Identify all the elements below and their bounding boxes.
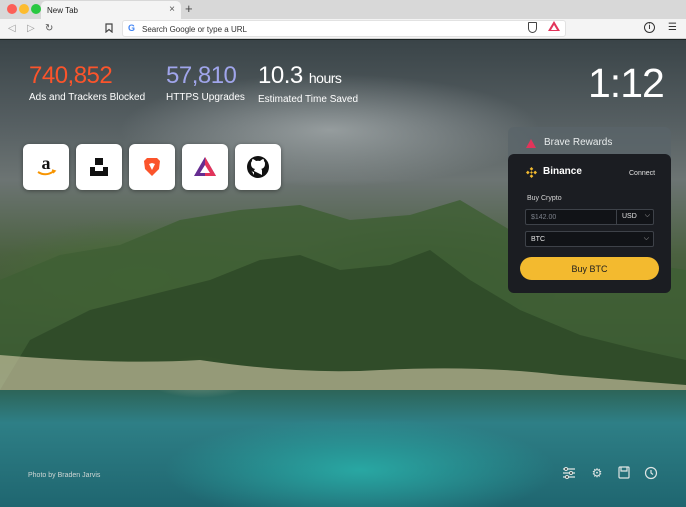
top-sites: a [23, 144, 281, 190]
ads-blocked-label: Ads and Trackers Blocked [29, 92, 146, 103]
tab-title: New Tab [47, 6, 78, 15]
clock: 1:12 [588, 60, 665, 106]
google-icon: G [128, 23, 136, 33]
photo-credit: Photo by Braden Jarvis [28, 472, 101, 479]
settings-icon[interactable]: ⚙ [590, 466, 604, 480]
bat-icon [526, 139, 536, 148]
amount-field: USD ⌵ [525, 209, 654, 225]
top-site-unsplash[interactable] [76, 144, 122, 190]
currency-value: USD [622, 213, 637, 220]
menu-icon[interactable]: ☰ [668, 23, 677, 33]
close-window-button[interactable] [7, 4, 17, 14]
reload-icon[interactable]: ↻ [45, 22, 53, 36]
tab-new-tab[interactable]: New Tab × [41, 1, 181, 19]
top-site-bat[interactable] [182, 144, 228, 190]
maximize-window-button[interactable] [31, 4, 41, 14]
stat-time-saved: 10.3 hours Estimated Time Saved [258, 62, 358, 105]
rewards-title: Brave Rewards [544, 137, 613, 148]
forward-icon[interactable]: ▷ [27, 22, 35, 36]
time-saved-value: 10.3 [258, 62, 303, 89]
crypto-select[interactable]: BTC ⌵ [525, 231, 654, 247]
title-bar: New Tab × + [0, 0, 686, 19]
binance-widget: Binance Connect Buy Crypto USD ⌵ BTC ⌵ B… [508, 154, 671, 293]
toolbar: ◁ ▷ ↻ G i ☰ [0, 19, 686, 39]
currency-select[interactable]: USD ⌵ [616, 210, 654, 224]
new-tab-page: 740,852 Ads and Trackers Blocked 57,810 … [0, 40, 686, 507]
github-icon [247, 156, 269, 178]
info-icon[interactable]: i [644, 22, 655, 33]
bat-icon [194, 157, 216, 176]
amazon-icon: a [37, 155, 57, 176]
brave-rewards-icon[interactable] [548, 21, 560, 31]
buy-crypto-label: Buy Crypto [527, 195, 562, 202]
url-input[interactable] [142, 23, 512, 35]
bookmarks-icon[interactable] [617, 466, 631, 480]
close-tab-icon[interactable]: × [169, 4, 175, 15]
back-icon[interactable]: ◁ [8, 22, 16, 36]
binance-title: Binance [543, 166, 582, 177]
svg-text:a: a [42, 155, 51, 173]
history-icon[interactable] [644, 466, 658, 480]
binance-icon [526, 167, 537, 178]
amount-input[interactable] [526, 210, 616, 224]
brave-icon [144, 158, 160, 176]
time-saved-label: Estimated Time Saved [258, 94, 359, 105]
top-site-github[interactable] [235, 144, 281, 190]
stat-ads-blocked: 740,852 Ads and Trackers Blocked [29, 62, 145, 103]
top-site-brave[interactable] [129, 144, 175, 190]
bookmark-icon[interactable] [105, 23, 113, 35]
brave-shields-icon[interactable] [528, 22, 537, 33]
minimize-window-button[interactable] [19, 4, 29, 14]
connect-link[interactable]: Connect [629, 170, 655, 177]
url-bar[interactable]: G [122, 20, 566, 37]
customize-icon[interactable] [562, 466, 576, 480]
ads-blocked-count: 740,852 [29, 62, 113, 89]
https-upgrades-label: HTTPS Upgrades [166, 92, 245, 103]
time-saved-unit: hours [308, 70, 342, 86]
https-upgrades-count: 57,810 [166, 62, 237, 89]
chevron-down-icon: ⌵ [644, 212, 650, 219]
buy-btc-button[interactable]: Buy BTC [520, 257, 659, 280]
new-tab-button[interactable]: + [185, 2, 193, 16]
top-site-amazon[interactable]: a [23, 144, 69, 190]
stat-https-upgrades: 57,810 HTTPS Upgrades [166, 62, 245, 103]
chevron-down-icon: ⌵ [643, 235, 649, 242]
unsplash-icon [90, 158, 108, 176]
crypto-value: BTC [531, 236, 545, 243]
